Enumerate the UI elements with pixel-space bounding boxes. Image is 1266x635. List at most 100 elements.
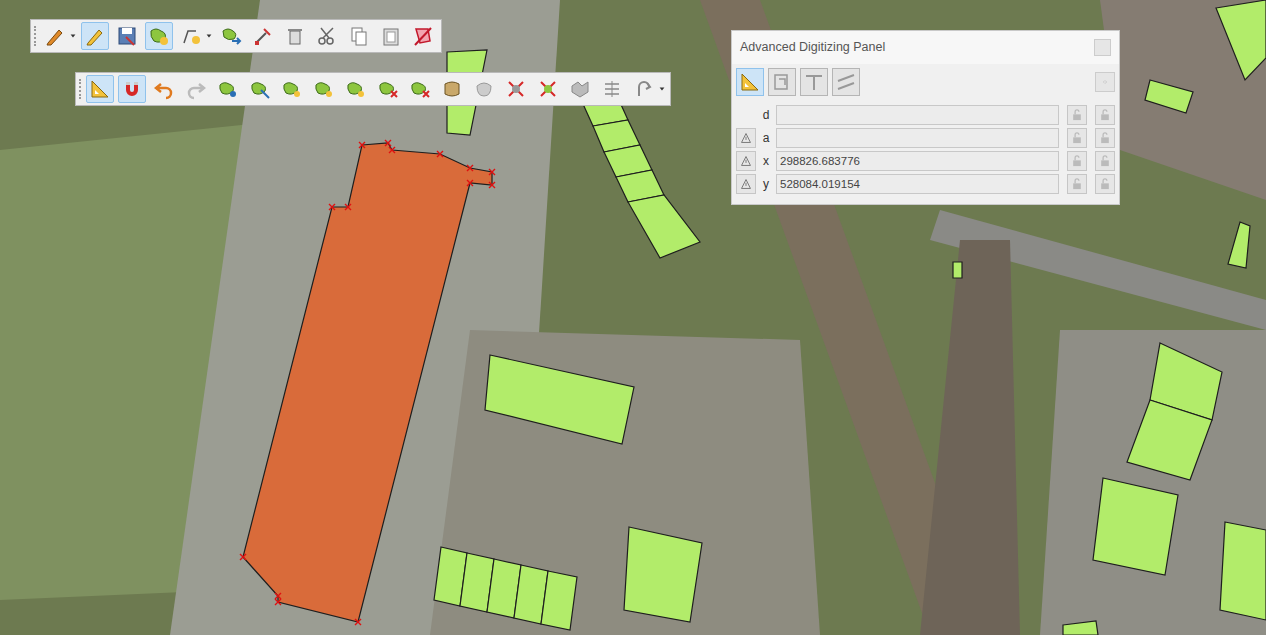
building-feature[interactable] — [953, 262, 962, 278]
field-label: y — [760, 175, 772, 193]
panel-tool-button[interactable] — [736, 68, 764, 96]
dropdown-arrow-icon — [69, 25, 77, 47]
perpendicular-icon — [803, 71, 825, 93]
building-feature[interactable] — [1063, 621, 1098, 635]
building-feature[interactable] — [1228, 222, 1250, 268]
toolbar-button[interactable] — [217, 22, 245, 50]
relative-lock-button[interactable] — [1095, 151, 1115, 171]
toolbar-button[interactable] — [374, 75, 402, 103]
field-input[interactable] — [776, 105, 1059, 125]
toolbar-button[interactable] — [406, 75, 434, 103]
toolbar-button[interactable] — [502, 75, 530, 103]
lock-button[interactable] — [1067, 174, 1087, 194]
lock-button[interactable] — [1067, 151, 1087, 171]
vertex-marker[interactable] — [240, 554, 246, 560]
toolbar-button[interactable] — [345, 22, 373, 50]
toolbar-button[interactable] — [278, 75, 306, 103]
toolbar-button[interactable] — [342, 75, 370, 103]
toolbar-button[interactable] — [630, 75, 658, 103]
map-canvas[interactable]: Advanced Digitizing Paneldaxy — [0, 0, 1266, 635]
toolbar-button[interactable] — [566, 75, 594, 103]
vertex-marker[interactable] — [275, 599, 281, 605]
vertex-marker[interactable] — [355, 619, 361, 625]
panel-tool-button[interactable] — [832, 68, 860, 96]
save-edits-icon — [116, 25, 138, 47]
building-feature[interactable] — [541, 571, 577, 630]
panel-title-bar[interactable]: Advanced Digitizing Panel — [732, 31, 1119, 64]
toolbar-button[interactable] — [313, 22, 341, 50]
relative-lock-button[interactable] — [1095, 174, 1115, 194]
field-input[interactable] — [776, 128, 1059, 148]
edit-pencil-icon — [84, 25, 106, 47]
toolbar-button[interactable] — [177, 22, 205, 50]
lock-button[interactable] — [1067, 128, 1087, 148]
gear-icon — [1102, 75, 1108, 89]
building-feature[interactable] — [1145, 80, 1193, 113]
simplify-icon — [249, 78, 271, 100]
vertex-marker[interactable] — [489, 182, 495, 188]
building-feature[interactable] — [243, 143, 492, 622]
vertex-marker[interactable] — [329, 204, 335, 210]
toolbar-button[interactable] — [150, 75, 178, 103]
building-feature[interactable] — [485, 355, 634, 444]
lock-icon — [1098, 154, 1112, 168]
panel-toolbar — [732, 64, 1119, 100]
toolbar-button[interactable] — [470, 75, 498, 103]
building-feature[interactable] — [1216, 0, 1266, 80]
relative-lock-button[interactable] — [1095, 128, 1115, 148]
vertex-marker[interactable] — [489, 169, 495, 175]
toolbar-button[interactable] — [86, 75, 114, 103]
toolbar-button[interactable] — [377, 22, 405, 50]
vertex-marker[interactable] — [345, 204, 351, 210]
field-input[interactable] — [776, 174, 1059, 194]
relative-lock-button[interactable] — [1095, 105, 1115, 125]
close-button[interactable] — [1094, 39, 1111, 56]
toolbar-button[interactable] — [409, 22, 437, 50]
add-polygon-icon — [148, 25, 170, 47]
relative-toggle[interactable] — [736, 174, 756, 194]
toolbar-button[interactable] — [182, 75, 210, 103]
toolbar-button[interactable] — [41, 22, 69, 50]
building-feature[interactable] — [1220, 522, 1266, 620]
vertex-marker[interactable] — [359, 142, 365, 148]
vertex-marker[interactable] — [467, 165, 473, 171]
settings-button[interactable] — [1095, 72, 1115, 92]
enable-tool-icon — [739, 71, 761, 93]
lock-button[interactable] — [1067, 105, 1087, 125]
offset-curve-icon — [473, 78, 495, 100]
reshape-icon — [441, 78, 463, 100]
building-feature[interactable] — [1127, 400, 1212, 480]
delete-part-icon — [409, 78, 431, 100]
split-features-icon — [505, 78, 527, 100]
toolbar-button[interactable] — [310, 75, 338, 103]
vertex-marker[interactable] — [385, 140, 391, 146]
toolbar-button[interactable] — [214, 75, 242, 103]
toolbar-button[interactable] — [438, 75, 466, 103]
toolbar-button[interactable] — [118, 75, 146, 103]
building-feature[interactable] — [1093, 478, 1178, 575]
building-feature[interactable] — [628, 195, 700, 258]
vertex-marker[interactable] — [437, 151, 443, 157]
toolbar-button[interactable] — [598, 75, 626, 103]
toolbar-button[interactable] — [246, 75, 274, 103]
toolbar-button[interactable] — [281, 22, 309, 50]
delta-icon — [739, 177, 753, 191]
toolbar-button[interactable] — [113, 22, 141, 50]
digitize-icon — [180, 25, 202, 47]
toolbar-button[interactable] — [81, 22, 109, 50]
vertex-marker[interactable] — [275, 593, 281, 599]
panel-tool-button[interactable] — [800, 68, 828, 96]
field-input[interactable] — [776, 151, 1059, 171]
lock-icon — [1070, 131, 1084, 145]
building-feature[interactable] — [624, 527, 702, 622]
vertex-marker[interactable] — [389, 147, 395, 153]
toolbar-button[interactable] — [249, 22, 277, 50]
toolbar-button[interactable] — [534, 75, 562, 103]
relative-toggle[interactable] — [736, 151, 756, 171]
vertex-marker[interactable] — [467, 180, 473, 186]
relative-toggle[interactable] — [736, 128, 756, 148]
delete-icon — [284, 25, 306, 47]
split-parts-icon — [537, 78, 559, 100]
toolbar-button[interactable] — [145, 22, 173, 50]
panel-tool-button[interactable] — [768, 68, 796, 96]
